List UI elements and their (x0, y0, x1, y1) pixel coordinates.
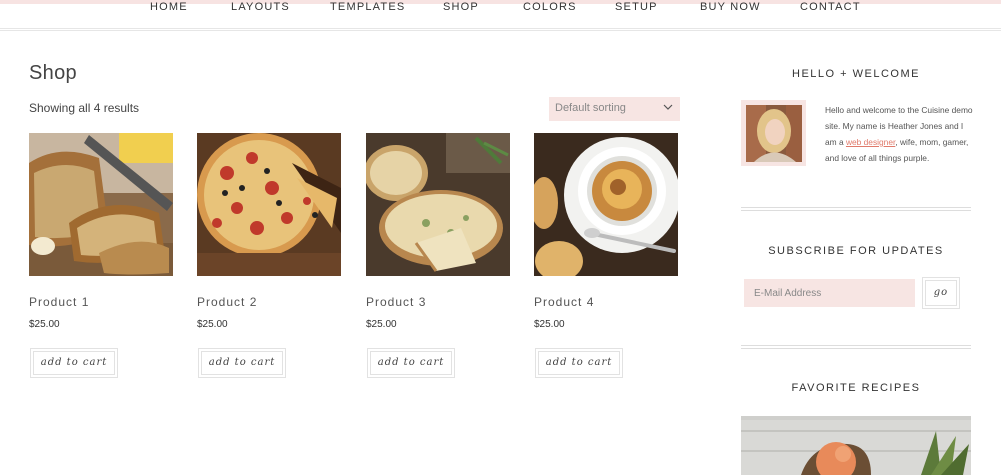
avatar (741, 100, 806, 166)
product-price: $25.00 (366, 319, 397, 330)
subscribe-go-button[interactable]: go (922, 277, 960, 309)
nav-setup[interactable]: SETUP (615, 1, 658, 13)
widget-divider (741, 207, 971, 211)
nav-divider (0, 28, 1001, 29)
sort-select-value: Default sorting (555, 102, 626, 114)
product-price: $25.00 (534, 319, 565, 330)
nav-layouts[interactable]: LAYOUTS (231, 1, 290, 13)
result-count: Showing all 4 results (29, 101, 140, 115)
product-price: $25.00 (197, 319, 228, 330)
product-title[interactable]: Product 2 (197, 295, 257, 309)
add-to-cart-label: add to cart (370, 351, 452, 375)
nav-divider (0, 30, 1001, 31)
add-to-cart-label: add to cart (201, 351, 283, 375)
page-title: Shop (29, 62, 77, 84)
quiche-image[interactable] (366, 133, 510, 276)
add-to-cart-button[interactable]: add to cart (367, 348, 455, 378)
add-to-cart-button[interactable]: add to cart (198, 348, 286, 378)
main-nav: HOME LAYOUTS TEMPLATES SHOP COLORS SETUP… (0, 0, 1001, 28)
product-price: $25.00 (29, 319, 60, 330)
add-to-cart-button[interactable]: add to cart (30, 348, 118, 378)
product-card: Product 2 $25.00 add to cart (197, 133, 341, 378)
product-title[interactable]: Product 4 (534, 295, 594, 309)
banana-bread-image[interactable] (29, 133, 173, 276)
chevron-down-icon (663, 104, 673, 110)
add-to-cart-label: add to cart (538, 351, 620, 375)
go-label: go (925, 280, 957, 306)
nav-shop[interactable]: SHOP (443, 1, 479, 13)
author-photo (746, 105, 802, 162)
widget-divider (741, 345, 971, 349)
add-to-cart-label: add to cart (33, 351, 115, 375)
nav-contact[interactable]: CONTACT (800, 1, 861, 13)
pizza-image[interactable] (197, 133, 341, 276)
web-designer-link[interactable]: web designer (846, 137, 895, 147)
product-card: Product 1 $25.00 add to cart (29, 133, 173, 378)
welcome-widget-title: HELLO + WELCOME (792, 68, 920, 80)
welcome-text: Hello and welcome to the Cuisine demo si… (825, 102, 975, 166)
add-to-cart-button[interactable]: add to cart (535, 348, 623, 378)
recipes-widget-title: FAVORITE RECIPES (791, 382, 921, 394)
nav-home[interactable]: HOME (150, 1, 188, 13)
nav-buy-now[interactable]: BUY NOW (700, 1, 761, 13)
recipe-image[interactable] (741, 416, 971, 475)
nav-templates[interactable]: TEMPLATES (330, 1, 405, 13)
nav-colors[interactable]: COLORS (523, 1, 577, 13)
product-title[interactable]: Product 3 (366, 295, 426, 309)
product-card: Product 3 $25.00 add to cart (366, 133, 510, 378)
product-card: Product 4 $25.00 add to cart (534, 133, 678, 378)
email-field[interactable] (744, 279, 915, 307)
sort-select[interactable]: Default sorting (549, 97, 680, 121)
subscribe-widget-title: SUBSCRIBE FOR UPDATES (768, 245, 944, 257)
onion-soup-image[interactable] (534, 133, 678, 276)
product-title[interactable]: Product 1 (29, 295, 89, 309)
